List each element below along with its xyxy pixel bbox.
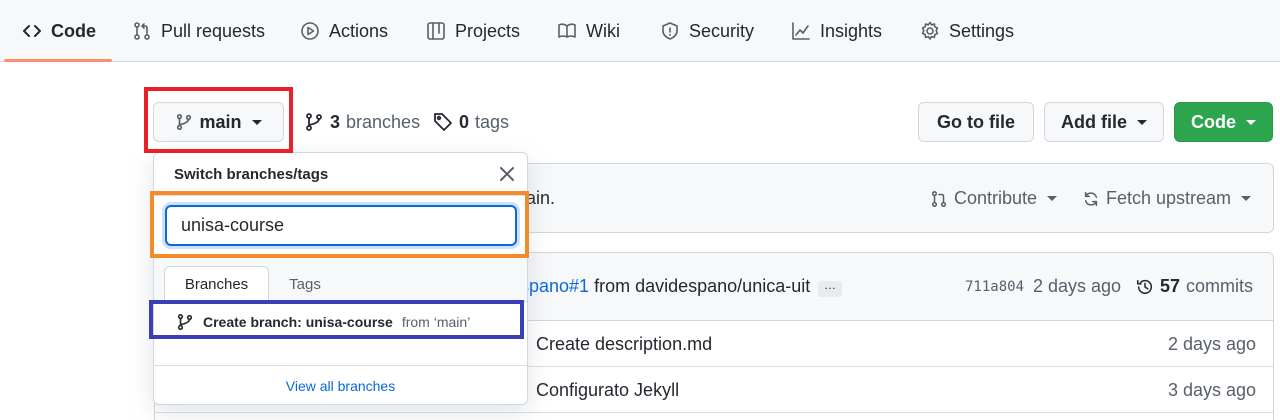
code-button[interactable]: Code <box>1174 102 1273 142</box>
tab-tags[interactable]: Tags <box>269 266 341 303</box>
tab-wiki[interactable]: Wiki <box>557 0 620 62</box>
tab-actions-label: Actions <box>329 20 389 41</box>
history-icon <box>1137 279 1153 294</box>
tab-security[interactable]: Security <box>660 0 754 62</box>
create-branch-item[interactable]: Create branch: unisa-course from ‘main’ <box>154 305 527 339</box>
tab-projects-label: Projects <box>455 20 521 41</box>
add-file-label: Add file <box>1061 111 1127 132</box>
chevron-down-icon <box>1047 196 1058 201</box>
dropdown-title: Switch branches/tags <box>174 166 329 183</box>
go-to-file-label: Go to file <box>937 111 1015 132</box>
close-icon <box>500 167 514 181</box>
add-file-button[interactable]: Add file <box>1044 102 1164 142</box>
commit-ellipsis-button[interactable]: … <box>818 279 842 297</box>
branch-switcher-dropdown: Switch branches/tags Branches Tags Creat… <box>153 152 528 405</box>
tab-wiki-label: Wiki <box>586 20 620 41</box>
git-branch-icon <box>177 313 193 331</box>
branch-select-label: main <box>199 111 242 132</box>
branches-count: 3 <box>330 111 341 132</box>
gear-icon <box>921 21 939 40</box>
tab-insights-label: Insights <box>820 20 883 41</box>
tags-count: 0 <box>459 111 470 132</box>
chevron-down-icon <box>1241 196 1252 201</box>
branches-link[interactable]: 3 branches <box>304 100 420 144</box>
code-button-label: Code <box>1191 111 1236 132</box>
create-branch-label: Create branch: unisa-course <box>203 314 393 330</box>
go-to-file-button[interactable]: Go to file <box>918 102 1034 142</box>
file-commit-time: 2 days ago <box>1168 334 1257 354</box>
file-commit-message[interactable]: Configurato Jekyll <box>536 380 679 401</box>
tab-pull-requests-label: Pull requests <box>161 20 266 41</box>
tab-pull-requests[interactable]: Pull requests <box>132 0 265 62</box>
commit-time: 2 days ago <box>1033 276 1122 296</box>
graph-icon <box>792 22 810 40</box>
book-icon <box>558 23 576 38</box>
commit-hash[interactable]: 711a804 <box>965 279 1024 295</box>
fork-status-text: ain. <box>526 188 556 208</box>
git-branch-icon <box>177 113 192 131</box>
dropdown-tabs: Branches Tags <box>154 257 527 303</box>
git-pull-request-icon <box>134 22 150 40</box>
tab-branches[interactable]: Branches <box>164 266 269 303</box>
tag-icon <box>434 113 452 131</box>
branch-filter-input[interactable] <box>165 205 517 246</box>
repo-nav: Code Pull requests Actions Projects Wiki… <box>0 0 1280 62</box>
fetch-upstream-label: Fetch upstream <box>1106 188 1232 208</box>
contribute-button[interactable]: Contribute <box>930 188 1058 209</box>
tab-insights[interactable]: Insights <box>791 0 882 62</box>
fetch-upstream-button[interactable]: Fetch upstream <box>1082 188 1252 209</box>
shield-icon <box>662 22 678 40</box>
tab-code-label: Code <box>51 20 96 41</box>
view-all-branches-link[interactable]: View all branches <box>154 365 527 405</box>
code-icon <box>23 25 41 37</box>
commits-count: 57 <box>1160 276 1181 296</box>
tab-settings-label: Settings <box>949 20 1015 41</box>
play-icon <box>301 22 319 40</box>
tab-actions[interactable]: Actions <box>300 0 388 62</box>
branches-label: branches <box>346 111 421 132</box>
latest-commit-message: spano#1 from davidespano/unica-uit <box>520 276 810 297</box>
tab-code[interactable]: Code <box>22 0 96 62</box>
tab-settings[interactable]: Settings <box>920 0 1014 62</box>
sync-icon <box>1084 191 1098 206</box>
selected-tab-underline <box>4 59 112 62</box>
contribute-label: Contribute <box>954 188 1038 208</box>
chevron-down-icon <box>1246 119 1256 125</box>
tags-label: tags <box>475 111 510 132</box>
commit-from-text: from davidespano/unica-uit <box>594 276 811 296</box>
tags-link[interactable]: 0 tags <box>433 100 509 144</box>
chevron-down-icon <box>251 119 262 125</box>
create-branch-source: from ‘main’ <box>401 314 471 330</box>
table-icon <box>427 22 445 40</box>
chevron-down-icon <box>1137 119 1147 125</box>
commits-link[interactable]: 57 commits <box>1136 276 1253 297</box>
tab-projects[interactable]: Projects <box>426 0 520 62</box>
tab-security-label: Security <box>689 20 755 41</box>
commits-label: commits <box>1186 276 1254 296</box>
git-branch-icon <box>306 113 322 131</box>
commit-pr-link[interactable]: spano#1 <box>520 276 589 296</box>
dropdown-divider <box>154 195 527 196</box>
git-pull-request-icon <box>931 190 947 207</box>
branch-select-button[interactable]: main <box>153 102 284 142</box>
file-commit-message[interactable]: Create description.md <box>536 334 712 355</box>
close-button[interactable] <box>498 165 518 185</box>
file-commit-time: 3 days ago <box>1168 380 1257 400</box>
